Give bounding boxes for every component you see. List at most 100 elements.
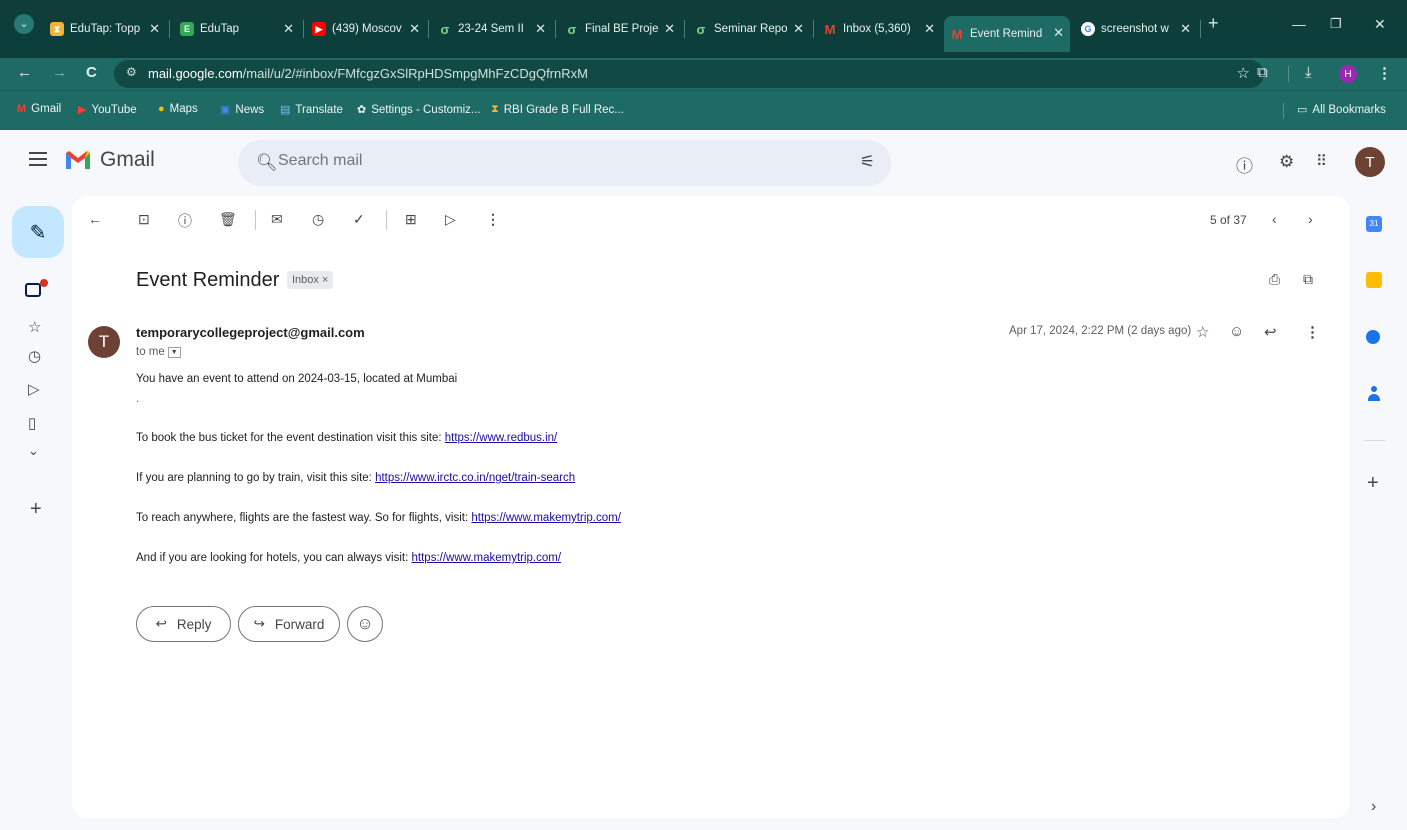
starred-icon[interactable]: ☆ — [28, 318, 41, 336]
search-bar[interactable]: 🔍︎ ⚟ — [238, 140, 891, 186]
download-icon[interactable]: ⤓ — [1305, 64, 1312, 81]
tab-sem-ii[interactable]: σ 23-24 Sem II ✕ — [432, 14, 552, 44]
close-icon[interactable]: ✕ — [283, 21, 294, 37]
message-pane: ← ⊡ ⓘ 🗑︎ ✉ ◷ ✓ ⊞ ▷ ⋮ 5 of 37 ‹ › Event R… — [72, 196, 1350, 818]
reload-icon[interactable]: C — [86, 64, 97, 81]
bookmark-rbi[interactable]: ⧗ RBI Grade B Full Rec... — [491, 103, 624, 116]
close-icon[interactable]: ✕ — [149, 21, 160, 37]
reply-button[interactable]: ↩ Reply — [136, 606, 231, 642]
calendar-icon[interactable]: 31 — [1366, 216, 1382, 232]
mark-unread-icon[interactable]: ✉ — [271, 211, 283, 228]
site-info-icon[interactable]: ⚙ — [126, 65, 137, 79]
url-field[interactable]: ⚙ mail.google.com/mail/u/2/#inbox/FMfcgz… — [114, 60, 1264, 88]
redbus-link[interactable]: https://www.redbus.in/ — [445, 432, 558, 444]
back-icon[interactable]: ← — [17, 64, 32, 81]
details-dropdown-icon[interactable]: ▼ — [167, 346, 181, 358]
search-input[interactable] — [278, 152, 798, 170]
snoozed-icon[interactable]: ◷ — [28, 347, 41, 365]
newer-chevron-icon[interactable]: ‹ — [1272, 211, 1277, 227]
makemytrip-hotel-link[interactable]: https://www.makemytrip.com/ — [412, 552, 562, 564]
tab-youtube[interactable]: ▶ (439) Moscov ✕ — [306, 14, 426, 44]
close-icon[interactable]: ✕ — [1053, 25, 1064, 41]
delete-icon[interactable]: 🗑︎ — [219, 211, 237, 228]
profile-avatar[interactable]: H — [1339, 65, 1357, 83]
print-icon[interactable]: ⎙ — [1269, 271, 1280, 288]
extensions-icon[interactable]: ⧉ — [1257, 64, 1268, 81]
tasks-icon[interactable] — [1366, 330, 1380, 344]
bookmark-settings[interactable]: ✿ Settings - Customiz... — [357, 103, 481, 117]
restore-icon[interactable]: ❐ — [1330, 16, 1342, 32]
close-icon[interactable]: ✕ — [409, 21, 420, 37]
sent-icon[interactable]: ▷ — [28, 380, 40, 398]
older-chevron-icon[interactable]: › — [1308, 211, 1313, 227]
main-menu-icon[interactable] — [29, 152, 47, 166]
get-addons-plus-icon[interactable]: + — [1367, 472, 1379, 495]
tab-final-be-project[interactable]: σ Final BE Proje ✕ — [559, 14, 681, 44]
new-tab-icon[interactable]: + — [1208, 13, 1219, 34]
forward-button[interactable]: ↪ Forward — [238, 606, 340, 642]
drafts-icon[interactable]: ▯ — [28, 414, 36, 432]
tab-event-reminder[interactable]: M Event Remind ✕ — [944, 16, 1070, 52]
bookmark-maps[interactable]: ● Maps — [158, 103, 198, 115]
reply-icon[interactable]: ↩ — [1264, 323, 1277, 341]
gmail-icon: M — [951, 26, 963, 42]
gmail-logo[interactable]: Gmail — [64, 148, 155, 172]
move-to-icon[interactable]: ⊞ — [405, 211, 417, 228]
sender-avatar[interactable]: T — [88, 326, 120, 358]
bookmark-gmail[interactable]: M Gmail — [17, 103, 61, 115]
forward-icon[interactable]: → — [52, 64, 67, 81]
settings-gear-icon[interactable]: ⚙ — [1279, 152, 1294, 172]
irctc-link[interactable]: https://www.irctc.co.in/nget/train-searc… — [375, 472, 575, 484]
account-avatar[interactable]: T — [1355, 147, 1385, 177]
back-to-inbox-icon[interactable]: ← — [88, 211, 102, 227]
search-options-icon[interactable]: ⚟ — [860, 152, 875, 172]
tab-label: Final BE Proje — [585, 23, 659, 35]
open-new-window-icon[interactable]: ⧉ — [1303, 271, 1313, 288]
contacts-icon[interactable] — [1368, 386, 1380, 402]
tab-edutap[interactable]: E EduTap ✕ — [174, 14, 300, 44]
snooze-icon[interactable]: ◷ — [312, 211, 324, 228]
add-task-icon[interactable]: ✓ — [353, 211, 365, 228]
inbox-nav[interactable] — [19, 277, 55, 305]
help-icon[interactable]: ⓘ — [1236, 152, 1253, 177]
close-icon[interactable]: ✕ — [664, 21, 675, 37]
close-icon[interactable]: ✕ — [924, 21, 935, 37]
emoji-reaction-button[interactable]: ☺ — [347, 606, 383, 642]
archive-icon[interactable]: ⊡ — [138, 211, 150, 228]
keep-icon[interactable] — [1366, 272, 1382, 288]
close-icon[interactable]: ✕ — [535, 21, 546, 37]
makemytrip-flight-link[interactable]: https://www.makemytrip.com/ — [471, 512, 621, 524]
url-text[interactable]: mail.google.com/mail/u/2/#inbox/FMfcgzGx… — [148, 66, 588, 81]
compose-button[interactable]: ✎ — [12, 206, 64, 258]
show-side-panel-chevron-icon[interactable]: › — [1371, 798, 1376, 816]
search-icon[interactable]: 🔍︎ — [256, 153, 278, 173]
more-menu-icon[interactable]: ⋮ — [1377, 64, 1392, 82]
minimize-icon[interactable]: — — [1292, 16, 1306, 32]
new-label-plus-icon[interactable]: + — [30, 498, 42, 521]
more-actions-icon[interactable]: ⋮ — [486, 211, 500, 228]
message-more-icon[interactable]: ⋮ — [1305, 323, 1320, 341]
tab-seminar-report[interactable]: σ Seminar Repo ✕ — [688, 14, 810, 44]
emoji-react-icon[interactable]: ☺ — [1229, 323, 1244, 340]
edutap-icon: ⧗ — [50, 22, 64, 36]
tab-search-chevron-icon[interactable]: ⌄ — [14, 14, 34, 34]
sender-email[interactable]: temporarycollegeproject@gmail.com — [136, 325, 365, 340]
report-spam-icon[interactable]: ⓘ — [178, 211, 192, 231]
bookmark-youtube[interactable]: ▶ YouTube — [78, 103, 137, 117]
tab-edutap-topper[interactable]: ⧗ EduTap: Topp ✕ — [44, 14, 166, 44]
apps-grid-icon[interactable]: ⠿ — [1316, 152, 1327, 170]
close-icon[interactable]: ✕ — [1180, 21, 1191, 37]
tab-label: EduTap — [200, 23, 240, 35]
window-close-icon[interactable]: ✕ — [1374, 16, 1386, 33]
bookmark-news[interactable]: ▣ News — [220, 103, 264, 117]
close-icon[interactable]: ✕ — [793, 21, 804, 37]
inbox-label-chip[interactable]: Inbox × — [287, 271, 334, 289]
bookmark-star-icon[interactable]: ☆ — [1237, 64, 1250, 82]
tab-screenshot[interactable]: G screenshot w ✕ — [1075, 14, 1197, 44]
all-bookmarks[interactable]: ▭ All Bookmarks — [1297, 103, 1386, 117]
more-chevron-icon[interactable]: ⌄ — [28, 443, 39, 459]
label-icon[interactable]: ▷ — [445, 211, 456, 228]
tab-inbox[interactable]: M Inbox (5,360) ✕ — [817, 14, 941, 44]
star-icon[interactable]: ☆ — [1196, 323, 1209, 341]
bookmark-translate[interactable]: ▤ Translate — [280, 103, 343, 117]
